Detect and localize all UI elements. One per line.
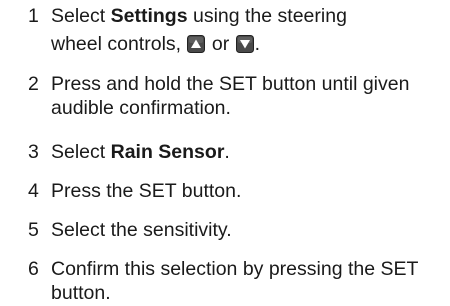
step-number: 3 [28,141,39,163]
instruction-steps: 1 Select Settings using the steering whe… [0,0,450,306]
step-number: 4 [28,180,39,202]
step-text: Confirm this selection by pressing the S… [51,258,419,304]
step-text: Select the sensitivity. [51,219,232,241]
step-4: 4 Press the SET button. [28,179,443,203]
step-text-prefix: Select [51,5,111,27]
step-text: Press and hold the SET button until give… [51,73,410,119]
step-text: Press the SET button. [51,180,242,202]
settings-label: Settings [110,5,188,27]
step-text-line2: wheel controls, or . [51,32,443,56]
step-text: Select Settings using the steering wheel… [51,4,443,56]
rain-sensor-label: Rain Sensor [110,141,225,163]
or-text: or [206,33,235,55]
step-3: 3 Select Rain Sensor. [28,140,443,164]
step-number: 2 [28,73,39,95]
step-text-line2-start: wheel controls, [51,33,187,55]
step-number: 5 [28,219,39,241]
up-arrow-button-icon [187,35,206,53]
step-5: 5 Select the sensitivity. [28,218,443,242]
down-arrow-button-icon [235,35,254,53]
step-number: 1 [28,5,39,27]
step-text-end: . [224,141,230,163]
step-text: Select Rain Sensor. [51,140,443,164]
step-number: 6 [28,258,39,280]
step-1: 1 Select Settings using the steering whe… [28,4,443,56]
step-text-prefix: Select [51,141,111,163]
step-2: 2 Press and hold the SET button until gi… [28,72,443,120]
step-text-middle: using the steering [187,5,347,27]
step-6: 6 Confirm this selection by pressing the… [28,257,443,305]
step-text-end: . [254,33,261,55]
